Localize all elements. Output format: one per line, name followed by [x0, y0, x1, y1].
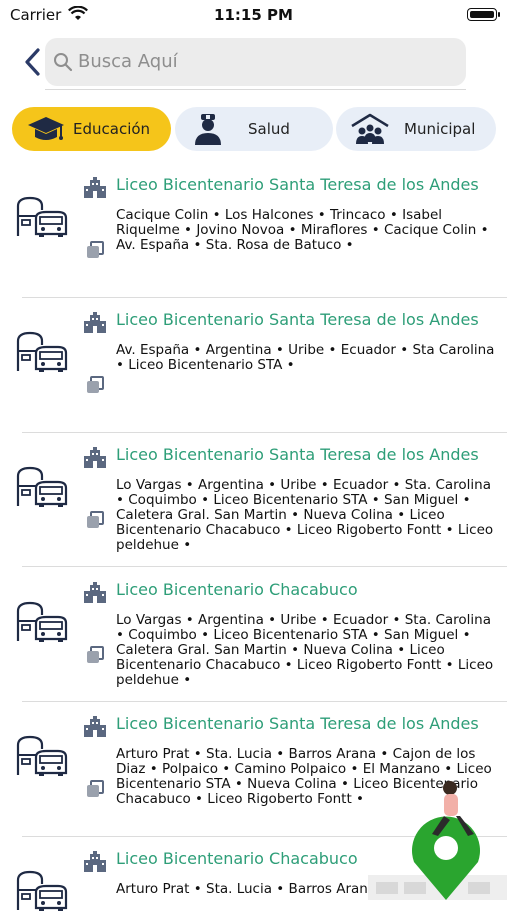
school-icon [83, 447, 107, 469]
copy-icon[interactable] [85, 510, 105, 530]
route-title: Liceo Bicentenario Santa Teresa de los A… [116, 714, 479, 733]
tab-municipal[interactable]: Municipal [336, 107, 496, 151]
tab-label: Educación [73, 120, 151, 138]
bus-stop-icon [16, 196, 68, 238]
route-title: Liceo Bicentenario Santa Teresa de los A… [116, 175, 479, 194]
route-stops: Av. España • Argentina • Uribe • Ecuador… [116, 342, 495, 373]
search-icon [54, 53, 73, 72]
route-title: Liceo Bicentenario Chacabuco [116, 580, 358, 599]
school-icon [83, 716, 107, 738]
route-title: Liceo Bicentenario Santa Teresa de los A… [116, 445, 479, 464]
bus-stop-icon [16, 466, 68, 508]
bus-stop-icon [16, 601, 68, 643]
school-icon [83, 312, 107, 334]
school-icon [83, 177, 107, 199]
search-bar[interactable]: Busca Aquí [45, 38, 466, 86]
copy-icon[interactable] [85, 240, 105, 260]
route-title: Liceo Bicentenario Santa Teresa de los A… [116, 310, 479, 329]
divider [22, 432, 507, 433]
school-icon [83, 582, 107, 604]
status-bar: Carrier 11:15 PM [0, 0, 507, 30]
search-input[interactable]: Busca Aquí [78, 51, 178, 72]
battery-icon [467, 8, 497, 21]
route-stops: Cacique Colin • Los Halcones • Trincaco … [116, 207, 489, 253]
copy-icon[interactable] [85, 375, 105, 395]
bus-stop-icon [16, 870, 68, 912]
graduation-cap-icon [28, 117, 64, 140]
community-icon [351, 113, 389, 144]
divider [22, 566, 507, 567]
school-icon [83, 851, 107, 873]
bus-stop-icon [16, 735, 68, 777]
search-underline [45, 89, 466, 90]
divider [22, 297, 507, 298]
route-stops: Lo Vargas • Argentina • Uribe • Ecuador … [116, 477, 494, 553]
nurse-icon [195, 114, 221, 145]
bus-stop-icon [16, 331, 68, 373]
tab-educacion[interactable]: Educación [12, 107, 171, 151]
divider [22, 701, 507, 702]
route-stops: Lo Vargas • Argentina • Uribe • Ecuador … [116, 612, 494, 688]
tab-salud[interactable]: Salud [175, 107, 333, 151]
tab-label: Salud [248, 120, 290, 138]
route-title: Liceo Bicentenario Chacabuco [116, 849, 358, 868]
copy-icon[interactable] [85, 779, 105, 799]
map-pin-button[interactable] [368, 770, 507, 900]
clock: 11:15 PM [214, 6, 293, 24]
back-chevron-icon[interactable] [18, 44, 48, 80]
copy-icon[interactable] [85, 645, 105, 665]
tab-label: Municipal [404, 120, 476, 138]
